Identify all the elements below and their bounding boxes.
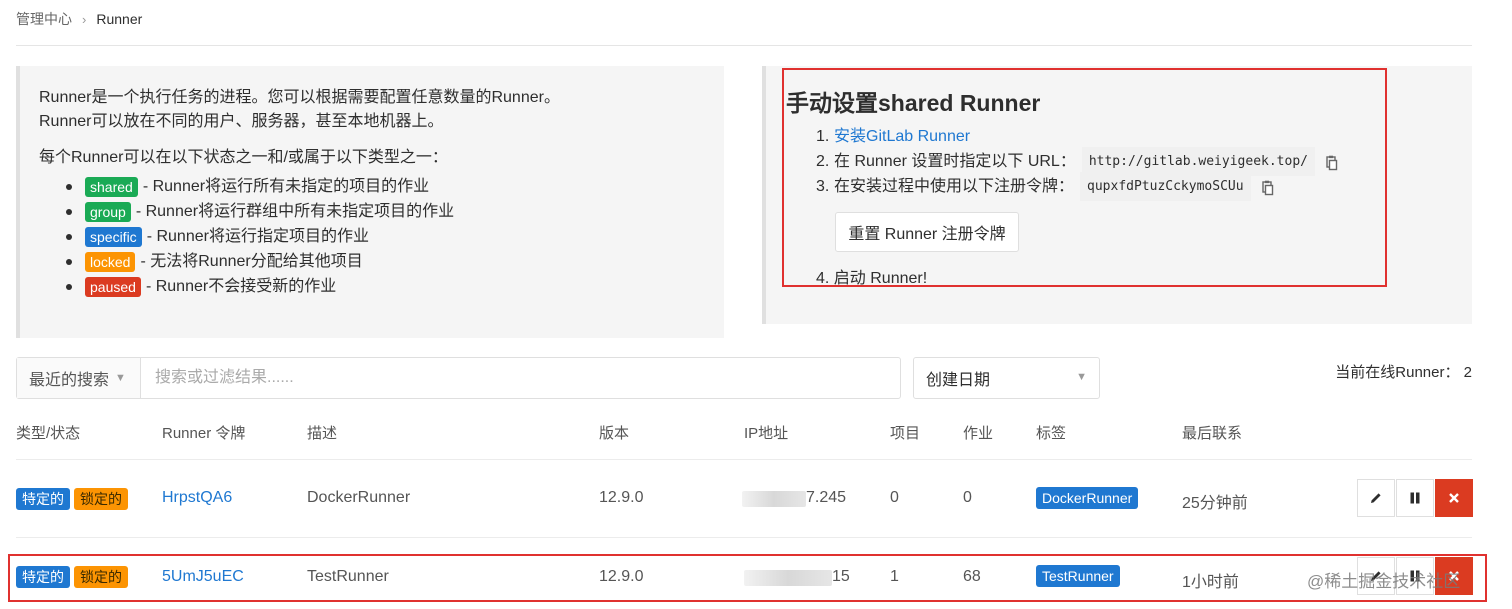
runner-last-contact: 25分钟前 xyxy=(1182,495,1248,512)
header-tags: 标签 xyxy=(1036,425,1067,442)
breadcrumb-admin-area[interactable]: 管理中心 xyxy=(16,9,72,29)
badge-specific: specific xyxy=(85,226,142,247)
badge-locked: locked xyxy=(85,251,136,272)
breadcrumb: 管理中心 › Runner xyxy=(16,9,142,29)
highlight-box xyxy=(782,68,1387,287)
pause-icon xyxy=(1410,492,1420,504)
runner-ip: 7.245 xyxy=(806,489,847,506)
sort-dropdown[interactable]: 创建日期 ▼ xyxy=(913,357,1100,399)
runner-description: DockerRunner xyxy=(307,489,411,506)
highlight-box xyxy=(8,554,1487,602)
list-item: locked - 无法将Runner分配给其他项目 xyxy=(66,249,724,274)
online-runner-count: 当前在线Runner： 2 xyxy=(1335,364,1472,381)
breadcrumb-current: Runner xyxy=(96,11,143,27)
header-last-contact: 最后联系 xyxy=(1182,425,1243,442)
remove-button[interactable] xyxy=(1435,479,1473,517)
pause-button[interactable] xyxy=(1396,479,1434,517)
divider xyxy=(16,45,1472,46)
header-token: Runner 令牌 xyxy=(162,425,246,442)
ip-blurred xyxy=(742,491,806,507)
type-description: - 无法将Runner分配给其他项目 xyxy=(140,252,363,270)
runner-info-panel: Runner是一个执行任务的进程。您可以根据需要配置任意数量的Runner。 R… xyxy=(16,66,724,338)
chevron-down-icon: ▼ xyxy=(1076,371,1087,383)
type-description: - Runner将运行群组中所有未指定项目的作业 xyxy=(135,202,455,220)
type-description: - Runner将运行指定项目的作业 xyxy=(146,227,369,245)
badge-group: group xyxy=(85,201,131,222)
header-projects: 项目 xyxy=(890,425,921,442)
search-input[interactable] xyxy=(141,358,900,398)
runner-token-link[interactable]: HrpstQA6 xyxy=(162,489,232,507)
runner-tag: DockerRunner xyxy=(1036,487,1139,509)
list-item: shared - Runner将运行所有未指定的项目的作业 xyxy=(66,174,724,199)
list-item: paused - Runner不会接受新的作业 xyxy=(66,274,724,299)
chevron-right-icon: › xyxy=(82,11,87,27)
header-jobs: 作业 xyxy=(963,425,994,442)
runner-type-list: shared - Runner将运行所有未指定的项目的作业 group - Runn… xyxy=(39,174,724,299)
close-icon xyxy=(1449,493,1459,503)
type-description: - Runner不会接受新的作业 xyxy=(145,277,337,295)
divider xyxy=(16,537,1472,538)
header-type: 类型/状态 xyxy=(16,425,81,442)
badge-paused: paused xyxy=(85,276,141,297)
watermark: @稀土掘金技术社区 xyxy=(1307,572,1461,591)
recent-searches-dropdown[interactable]: 最近的搜索 ▼ xyxy=(17,358,141,398)
type-badge: 特定的 xyxy=(16,488,70,510)
runner-jobs: 0 xyxy=(963,489,972,506)
pencil-icon xyxy=(1371,493,1381,503)
edit-button[interactable] xyxy=(1357,479,1395,517)
divider xyxy=(16,459,1472,460)
header-ip: IP地址 xyxy=(744,425,789,442)
header-version: 版本 xyxy=(599,425,630,442)
status-intro: 每个Runner可以在以下状态之一和/或属于以下类型之一： xyxy=(39,149,448,166)
badge-shared: shared xyxy=(85,176,138,197)
runner-projects: 0 xyxy=(890,489,899,506)
list-item: group - Runner将运行群组中所有未指定项目的作业 xyxy=(66,199,724,224)
type-description: - Runner将运行所有未指定的项目的作业 xyxy=(142,177,430,195)
filter-bar: 最近的搜索 ▼ xyxy=(16,357,901,399)
list-item: specific - Runner将运行指定项目的作业 xyxy=(66,224,724,249)
intro-line-1: Runner是一个执行任务的进程。您可以根据需要配置任意数量的Runner。 xyxy=(39,89,560,106)
state-badge: 锁定的 xyxy=(74,488,128,510)
chevron-down-icon: ▼ xyxy=(115,372,126,384)
header-description: 描述 xyxy=(307,425,338,442)
intro-line-2: Runner可以放在不同的用户、服务器，甚至本地机器上。 xyxy=(39,113,444,130)
runner-version: 12.9.0 xyxy=(599,489,644,506)
